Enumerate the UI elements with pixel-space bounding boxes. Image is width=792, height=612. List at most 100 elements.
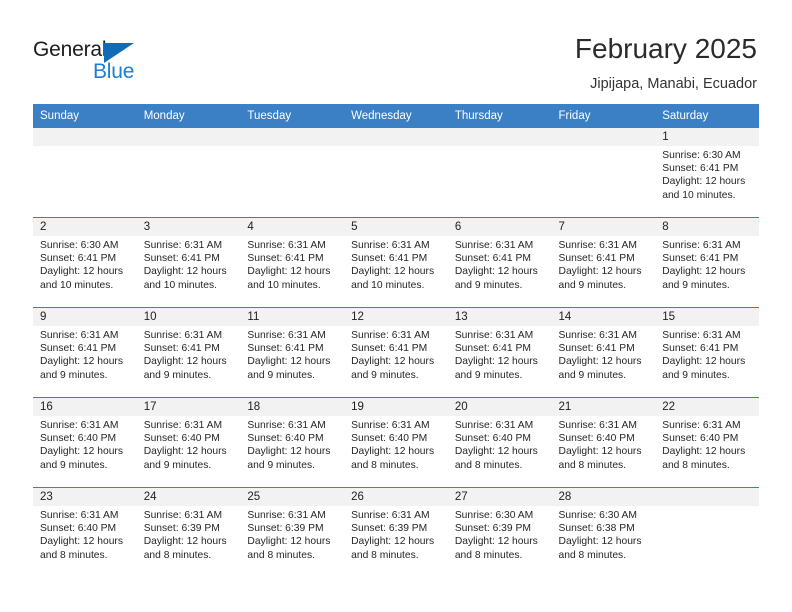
day-cell-inner: 16 Sunrise: 6:31 AM Sunset: 6:40 PM Dayligh… bbox=[33, 398, 137, 487]
calendar-day-cell[interactable]: 14 Sunrise: 6:31 AM Sunset: 6:41 PM Dayligh… bbox=[551, 307, 656, 398]
calendar-day-cell[interactable]: 20 Sunrise: 6:31 AM Sunset: 6:40 PM Dayligh… bbox=[447, 397, 552, 488]
day-details: Sunrise: 6:31 AM Sunset: 6:41 PM Daylight:… bbox=[448, 236, 552, 292]
day-cell-inner: 25 Sunrise: 6:31 AM Sunset: 6:39 PM Dayligh… bbox=[240, 488, 345, 577]
calendar-day-cell[interactable]: 15 Sunrise: 6:31 AM Sunset: 6:41 PM Dayligh… bbox=[655, 307, 759, 398]
day-details: Sunrise: 6:31 AM Sunset: 6:39 PM Daylight:… bbox=[344, 506, 448, 562]
weekday-header-wednesday: Wednesday bbox=[344, 104, 448, 128]
calendar-day-cell[interactable]: 23 Sunrise: 6:31 AM Sunset: 6:40 PM Dayligh… bbox=[33, 487, 137, 577]
calendar-day-cell[interactable]: 1 Sunrise: 6:30 AM Sunset: 6:41 PM Daylight… bbox=[655, 128, 759, 218]
calendar-day-cell bbox=[655, 487, 759, 577]
day-details bbox=[240, 146, 344, 149]
calendar-day-cell[interactable]: 19 Sunrise: 6:31 AM Sunset: 6:40 PM Dayligh… bbox=[344, 397, 448, 488]
daylight-duration-line-1: Daylight: 12 hours bbox=[558, 536, 642, 548]
day-number bbox=[551, 128, 656, 146]
calendar-day-cell[interactable]: 26 Sunrise: 6:31 AM Sunset: 6:39 PM Dayligh… bbox=[344, 487, 448, 577]
sunrise-time: Sunrise: 6:31 AM bbox=[40, 420, 119, 431]
calendar-day-cell[interactable]: 7 Sunrise: 6:31 AM Sunset: 6:41 PM Daylight… bbox=[551, 217, 656, 308]
sunrise-time: Sunrise: 6:30 AM bbox=[454, 510, 534, 521]
calendar-day-cell[interactable]: 2 Sunrise: 6:30 AM Sunset: 6:41 PM Daylight… bbox=[33, 217, 137, 308]
sunset-time: Sunset: 6:41 PM bbox=[351, 343, 428, 355]
day-details bbox=[448, 146, 552, 149]
calendar-day-cell[interactable]: 13 Sunrise: 6:31 AM Sunset: 6:41 PM Dayligh… bbox=[447, 307, 552, 398]
calendar-day-cell[interactable]: 24 Sunrise: 6:31 AM Sunset: 6:39 PM Dayligh… bbox=[136, 487, 241, 577]
day-number bbox=[33, 128, 137, 146]
day-cell-inner: 18 Sunrise: 6:31 AM Sunset: 6:40 PM Dayligh… bbox=[240, 398, 345, 487]
day-number bbox=[240, 128, 345, 146]
day-number: 6 bbox=[447, 218, 552, 236]
calendar-day-cell[interactable]: 28 Sunrise: 6:30 AM Sunset: 6:38 PM Dayligh… bbox=[551, 487, 656, 577]
sunrise-time: Sunrise: 6:31 AM bbox=[351, 510, 430, 521]
sunset-time: Sunset: 6:40 PM bbox=[454, 433, 531, 445]
daylight-duration-line-1: Daylight: 12 hours bbox=[40, 536, 123, 548]
calendar-day-cell[interactable]: 3 Sunrise: 6:31 AM Sunset: 6:41 PM Daylight… bbox=[136, 217, 241, 308]
day-number: 27 bbox=[447, 488, 552, 506]
daylight-duration-line-1: Daylight: 12 hours bbox=[454, 266, 538, 278]
sunrise-time: Sunrise: 6:31 AM bbox=[662, 240, 741, 251]
calendar-day-cell[interactable]: 6 Sunrise: 6:31 AM Sunset: 6:41 PM Daylight… bbox=[447, 217, 552, 308]
day-number: 8 bbox=[655, 218, 759, 236]
daylight-duration-line-1: Daylight: 12 hours bbox=[351, 446, 435, 458]
day-details: Sunrise: 6:31 AM Sunset: 6:40 PM Daylight:… bbox=[344, 416, 448, 472]
calendar-day-cell[interactable]: 22 Sunrise: 6:31 AM Sunset: 6:40 PM Dayligh… bbox=[655, 397, 759, 488]
daylight-duration-line-1: Daylight: 12 hours bbox=[247, 446, 331, 458]
sunset-time: Sunset: 6:41 PM bbox=[662, 343, 739, 355]
calendar-day-cell[interactable]: 25 Sunrise: 6:31 AM Sunset: 6:39 PM Dayligh… bbox=[240, 487, 345, 577]
daylight-duration-line-1: Daylight: 12 hours bbox=[662, 266, 746, 278]
day-details: Sunrise: 6:30 AM Sunset: 6:39 PM Daylight:… bbox=[448, 506, 552, 562]
sunrise-time: Sunrise: 6:31 AM bbox=[662, 330, 741, 341]
sunset-time: Sunset: 6:41 PM bbox=[40, 253, 117, 265]
day-details: Sunrise: 6:31 AM Sunset: 6:39 PM Daylight:… bbox=[240, 506, 344, 562]
day-cell-inner: 14 Sunrise: 6:31 AM Sunset: 6:41 PM Dayligh… bbox=[551, 308, 656, 397]
sunset-time: Sunset: 6:41 PM bbox=[247, 343, 324, 355]
sunset-time: Sunset: 6:40 PM bbox=[558, 433, 635, 445]
day-cell-inner bbox=[344, 128, 448, 217]
calendar-week-row: 16 Sunrise: 6:31 AM Sunset: 6:40 PM Dayligh… bbox=[33, 397, 759, 488]
calendar-day-cell[interactable]: 27 Sunrise: 6:30 AM Sunset: 6:39 PM Dayligh… bbox=[447, 487, 552, 577]
calendar-day-cell bbox=[344, 128, 448, 218]
calendar-day-cell bbox=[447, 128, 552, 218]
day-cell-inner: 23 Sunrise: 6:31 AM Sunset: 6:40 PM Dayligh… bbox=[33, 488, 137, 577]
day-cell-inner: 3 Sunrise: 6:31 AM Sunset: 6:41 PM Daylight… bbox=[136, 218, 241, 307]
daylight-duration-line-2: and 10 minutes. bbox=[143, 279, 217, 291]
day-details: Sunrise: 6:31 AM Sunset: 6:41 PM Daylight:… bbox=[240, 326, 344, 382]
day-cell-inner bbox=[136, 128, 241, 217]
daylight-duration-line-2: and 9 minutes. bbox=[143, 459, 212, 471]
day-details: Sunrise: 6:31 AM Sunset: 6:40 PM Daylight:… bbox=[448, 416, 552, 472]
sunrise-time: Sunrise: 6:31 AM bbox=[247, 240, 326, 251]
calendar-day-cell[interactable]: 16 Sunrise: 6:31 AM Sunset: 6:40 PM Dayligh… bbox=[33, 397, 137, 488]
sunrise-time: Sunrise: 6:31 AM bbox=[351, 240, 430, 251]
sunrise-time: Sunrise: 6:31 AM bbox=[454, 330, 534, 341]
day-number: 11 bbox=[240, 308, 345, 326]
calendar-day-cell[interactable]: 10 Sunrise: 6:31 AM Sunset: 6:41 PM Dayligh… bbox=[136, 307, 241, 398]
page-subtitle: Jipijapa, Manabi, Ecuador bbox=[590, 76, 757, 92]
calendar-day-cell[interactable]: 17 Sunrise: 6:31 AM Sunset: 6:40 PM Dayligh… bbox=[136, 397, 241, 488]
daylight-duration-line-2: and 9 minutes. bbox=[454, 369, 523, 381]
day-details: Sunrise: 6:31 AM Sunset: 6:40 PM Daylight:… bbox=[240, 416, 344, 472]
calendar-day-cell[interactable]: 12 Sunrise: 6:31 AM Sunset: 6:41 PM Dayligh… bbox=[344, 307, 448, 398]
page-title: February 2025 bbox=[574, 33, 757, 64]
calendar-day-cell[interactable]: 9 Sunrise: 6:31 AM Sunset: 6:41 PM Daylight… bbox=[33, 307, 137, 398]
day-cell-inner bbox=[551, 128, 656, 217]
daylight-duration-line-1: Daylight: 12 hours bbox=[558, 446, 642, 458]
sunset-time: Sunset: 6:41 PM bbox=[558, 253, 635, 265]
sunrise-time: Sunrise: 6:31 AM bbox=[40, 330, 119, 341]
calendar-day-cell[interactable]: 4 Sunrise: 6:31 AM Sunset: 6:41 PM Daylight… bbox=[240, 217, 345, 308]
day-cell-inner: 15 Sunrise: 6:31 AM Sunset: 6:41 PM Dayligh… bbox=[655, 308, 759, 397]
calendar-day-cell[interactable]: 5 Sunrise: 6:31 AM Sunset: 6:41 PM Daylight… bbox=[344, 217, 448, 308]
sunrise-time: Sunrise: 6:31 AM bbox=[143, 240, 223, 251]
calendar-day-cell[interactable]: 11 Sunrise: 6:31 AM Sunset: 6:41 PM Dayligh… bbox=[240, 307, 345, 398]
sunset-time: Sunset: 6:41 PM bbox=[247, 253, 324, 265]
sunset-time: Sunset: 6:41 PM bbox=[558, 343, 635, 355]
calendar-page: General Blue February 2025 Jipijapa, Man… bbox=[0, 0, 792, 612]
day-cell-inner: 21 Sunrise: 6:31 AM Sunset: 6:40 PM Dayligh… bbox=[551, 398, 656, 487]
day-details: Sunrise: 6:31 AM Sunset: 6:41 PM Daylight:… bbox=[137, 326, 241, 382]
sunrise-time: Sunrise: 6:31 AM bbox=[351, 420, 430, 431]
calendar-day-cell[interactable]: 18 Sunrise: 6:31 AM Sunset: 6:40 PM Dayligh… bbox=[240, 397, 345, 488]
day-number: 14 bbox=[551, 308, 656, 326]
daylight-duration-line-2: and 9 minutes. bbox=[662, 279, 730, 291]
calendar-week-row: 2 Sunrise: 6:30 AM Sunset: 6:41 PM Daylight… bbox=[33, 217, 759, 308]
day-number: 1 bbox=[655, 128, 759, 146]
sunset-time: Sunset: 6:40 PM bbox=[247, 433, 324, 445]
calendar-day-cell[interactable]: 21 Sunrise: 6:31 AM Sunset: 6:40 PM Dayligh… bbox=[551, 397, 656, 488]
calendar-day-cell[interactable]: 8 Sunrise: 6:31 AM Sunset: 6:41 PM Daylight… bbox=[655, 217, 759, 308]
